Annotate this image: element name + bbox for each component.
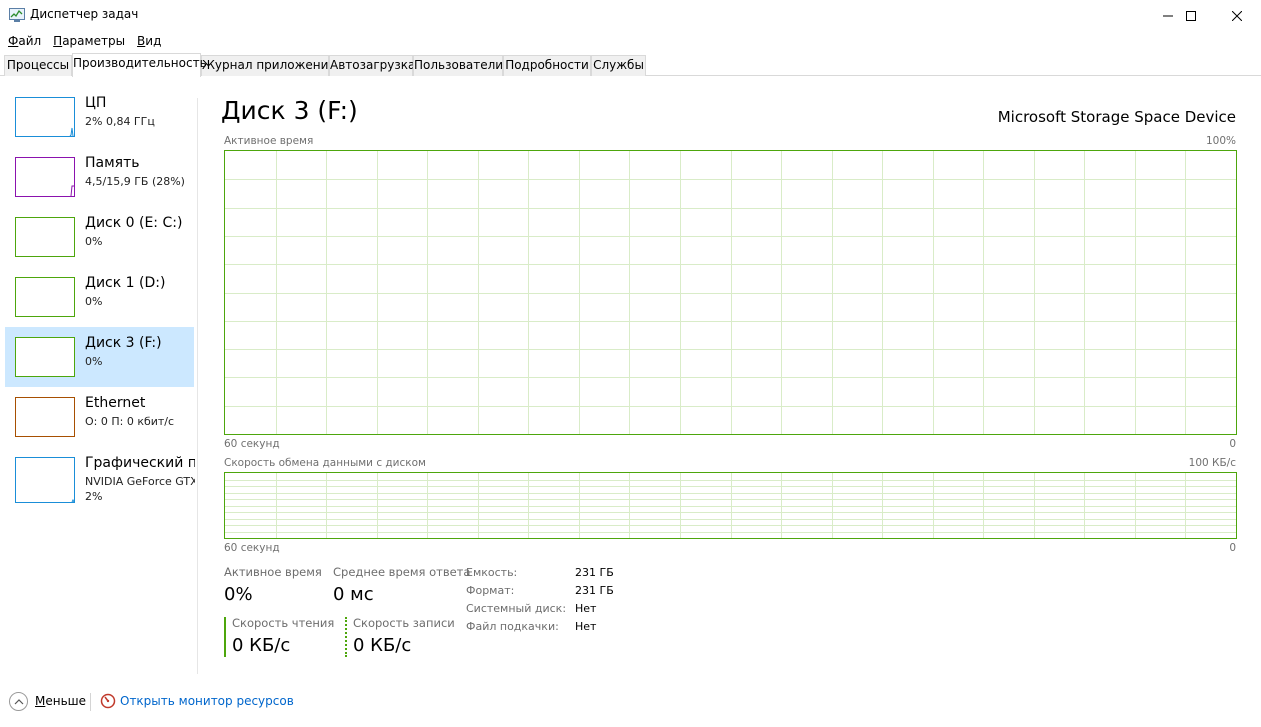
close-icon bbox=[1232, 10, 1242, 21]
menu-bar: Файл Параметры Вид bbox=[0, 31, 165, 51]
tab-services[interactable]: Службы bbox=[591, 55, 646, 76]
info-page-file-label: Файл подкачки: bbox=[466, 620, 559, 633]
active-time-chart-min: 0 bbox=[1229, 438, 1236, 450]
nav-item-ethernet[interactable]: Ethernet О: 0 П: 0 кбит/с bbox=[5, 387, 194, 447]
close-button[interactable] bbox=[1214, 0, 1260, 31]
open-resource-monitor-link[interactable]: Открыть монитор ресурсов bbox=[120, 694, 294, 708]
nav-item-disk-0[interactable]: Диск 0 (E: C:) 0% bbox=[5, 207, 194, 267]
nav-title: Диск 1 (D:) bbox=[85, 275, 166, 291]
transfer-chart bbox=[224, 472, 1237, 539]
read-speed-legend-line bbox=[224, 617, 226, 657]
chevron-up-icon bbox=[14, 698, 23, 704]
nav-subtitle: NVIDIA GeForce GTX bbox=[85, 475, 195, 488]
info-system-disk-label: Системный диск: bbox=[466, 602, 567, 615]
nav-title: Диск 0 (E: C:) bbox=[85, 215, 183, 231]
transfer-chart-label: Скорость обмена данными с диском bbox=[224, 457, 426, 469]
footer: Меньше Открыть монитор ресурсов bbox=[0, 688, 1261, 718]
page-title: Диск 3 (F:) bbox=[221, 96, 358, 125]
nav-item-cpu[interactable]: ЦП 2% 0,84 ГГц bbox=[5, 87, 194, 147]
response-time-stat-label: Среднее время ответа bbox=[333, 565, 471, 579]
nav-subtitle: 0% bbox=[85, 235, 103, 248]
read-speed-label: Скорость чтения bbox=[232, 616, 335, 630]
nav-title: Память bbox=[85, 155, 140, 171]
active-time-chart-time: 60 секунд bbox=[224, 438, 280, 450]
task-manager-icon bbox=[9, 8, 25, 22]
info-format-label: Формат: bbox=[466, 584, 515, 597]
nav-item-disk-3[interactable]: Диск 3 (F:) 0% bbox=[5, 327, 194, 387]
resource-monitor-icon bbox=[100, 693, 116, 709]
info-format-value: 231 ГБ bbox=[575, 584, 614, 597]
info-page-file-value: Нет bbox=[575, 620, 597, 633]
tab-startup[interactable]: Автозагрузка bbox=[329, 55, 415, 76]
menu-options[interactable]: Параметры bbox=[45, 31, 129, 51]
window-title: Диспетчер задач bbox=[30, 7, 139, 21]
nav-item-disk-1[interactable]: Диск 1 (D:) 0% bbox=[5, 267, 194, 327]
nav-title: Ethernet bbox=[85, 395, 146, 411]
tab-processes[interactable]: Процессы bbox=[4, 55, 72, 76]
tab-performance[interactable]: Производительность bbox=[72, 53, 207, 77]
footer-divider bbox=[90, 693, 91, 711]
write-speed-legend-line bbox=[345, 617, 347, 657]
device-name: Microsoft Storage Space Device bbox=[997, 108, 1236, 126]
active-time-chart bbox=[224, 150, 1237, 435]
tab-app-history[interactable]: Журнал приложений bbox=[201, 55, 336, 76]
transfer-chart-time: 60 секунд bbox=[224, 542, 280, 554]
transfer-chart-min: 0 bbox=[1229, 542, 1236, 554]
collapse-button[interactable] bbox=[9, 692, 28, 711]
active-time-stat-value: 0% bbox=[224, 584, 253, 605]
read-speed-value: 0 КБ/с bbox=[232, 635, 291, 656]
nav-divider bbox=[197, 98, 198, 674]
nav-subtitle: 2% 0,84 ГГц bbox=[85, 115, 155, 128]
menu-file[interactable]: Файл bbox=[0, 31, 45, 51]
write-speed-label: Скорость записи bbox=[353, 616, 455, 630]
active-time-stat-label: Активное время bbox=[224, 565, 322, 579]
nav-title: ЦП bbox=[85, 95, 107, 111]
info-system-disk-value: Нет bbox=[575, 602, 597, 615]
nav-item-memory[interactable]: Память 4,5/15,9 ГБ (28%) bbox=[5, 147, 194, 207]
title-bar: Диспетчер задач bbox=[0, 0, 1261, 31]
nav-subtitle: 0% bbox=[85, 295, 103, 308]
active-time-chart-max: 100% bbox=[1205, 135, 1236, 147]
response-time-stat-value: 0 мс bbox=[333, 584, 374, 605]
tab-bar: Процессы Производительность Журнал прило… bbox=[0, 53, 1261, 77]
transfer-chart-max: 100 КБ/с bbox=[1188, 457, 1236, 469]
nav-subtitle: 0% bbox=[85, 355, 103, 368]
active-time-grid bbox=[225, 151, 1236, 434]
transfer-grid bbox=[225, 473, 1236, 538]
nav-subtitle: О: 0 П: 0 кбит/с bbox=[85, 415, 175, 428]
nav-item-gpu[interactable]: Графический процессор 0 NVIDIA GeForce G… bbox=[5, 447, 195, 513]
maximize-button[interactable] bbox=[1168, 0, 1214, 31]
active-time-chart-label: Активное время bbox=[224, 135, 314, 147]
menu-view[interactable]: Вид bbox=[129, 31, 165, 51]
info-capacity-value: 231 ГБ bbox=[575, 566, 614, 579]
write-speed-value: 0 КБ/с bbox=[353, 635, 412, 656]
nav-title: Диск 3 (F:) bbox=[85, 335, 162, 351]
info-capacity-label: Емкость: bbox=[466, 566, 518, 579]
nav-subtitle: 4,5/15,9 ГБ (28%) bbox=[85, 175, 185, 188]
maximize-icon bbox=[1186, 10, 1196, 21]
tab-details[interactable]: Подробности bbox=[503, 55, 591, 76]
nav-subtitle-2: 2% bbox=[85, 490, 103, 503]
tab-users[interactable]: Пользователи bbox=[413, 55, 503, 76]
fewer-details-button[interactable]: Меньше bbox=[35, 694, 86, 708]
nav-title: Графический процессор 0 bbox=[85, 455, 195, 471]
